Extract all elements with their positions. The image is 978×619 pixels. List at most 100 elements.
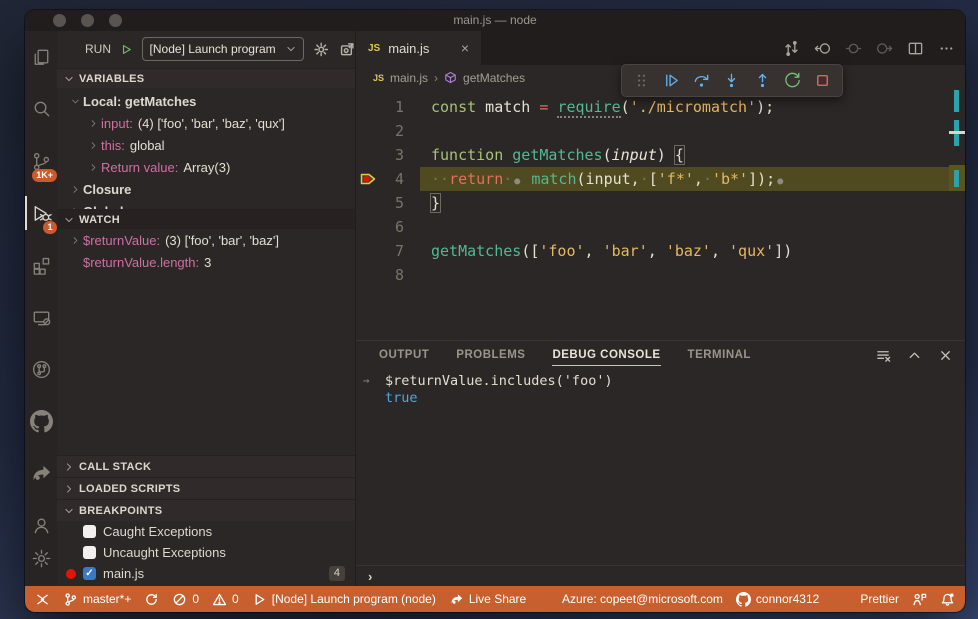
activity-item-extensions[interactable]: [25, 239, 57, 291]
code-line-7[interactable]: 7 getMatches(['foo', 'bar', 'baz', 'qux']…: [356, 239, 965, 263]
activity-item-explorer[interactable]: [25, 31, 57, 83]
more-actions-icon[interactable]: [938, 40, 955, 57]
activity-item-search[interactable]: [25, 83, 57, 135]
breakpoint-row[interactable]: Caught Exceptions: [57, 521, 355, 542]
line-number[interactable]: 3: [356, 143, 420, 167]
launch-config-dropdown[interactable]: [Node] Launch program: [141, 37, 305, 61]
console-entry-arrow: →: [362, 374, 370, 387]
console-entry-text: true: [385, 390, 418, 406]
breakpoint-checkbox[interactable]: [83, 525, 96, 538]
watch-section-header[interactable]: WATCH: [57, 209, 355, 229]
status-item-connor4312[interactable]: connor4312: [735, 591, 819, 607]
status-item-azure[interactable]: Azure: copeet@microsoft.com: [562, 592, 723, 606]
open-debug-console-icon[interactable]: [339, 41, 355, 58]
panel-tab-problems[interactable]: PROBLEMS: [456, 345, 525, 365]
panel-tab-output[interactable]: OUTPUT: [379, 345, 429, 365]
activity-item-run-debug[interactable]: 1: [25, 187, 57, 239]
line-number[interactable]: 5: [356, 191, 420, 215]
activity-badge: 1K+: [32, 169, 57, 182]
code-line-1[interactable]: 1 const match = require('./micromatch');: [356, 95, 965, 119]
tree-row[interactable]: Return value: Array(3): [57, 156, 355, 178]
line-number[interactable]: 7: [356, 239, 420, 263]
editor-column: JS main.js × JS main.js › getMatches 1 co…: [356, 31, 965, 586]
activity-item-source-control[interactable]: 1K+: [25, 135, 57, 187]
line-number[interactable]: 6: [356, 215, 420, 239]
loaded-scripts-section-header[interactable]: LOADED SCRIPTS: [57, 477, 355, 499]
navigate-dim-icon[interactable]: [845, 40, 862, 57]
tree-row[interactable]: Closure: [57, 178, 355, 200]
navigate-forward-icon[interactable]: [876, 40, 893, 57]
status-item-remote[interactable]: [35, 592, 50, 607]
start-debug-icon[interactable]: [120, 43, 133, 56]
split-editor-icon[interactable]: [907, 40, 924, 57]
panel-tab-terminal[interactable]: TERMINAL: [688, 345, 751, 365]
activity-item-remote-explorer[interactable]: [25, 291, 57, 343]
chevron-right-icon: [64, 484, 74, 494]
error-icon: [172, 592, 187, 607]
code-line-5[interactable]: 5}: [356, 191, 965, 215]
line-number[interactable]: 1: [356, 95, 420, 119]
open-changes-icon[interactable]: [783, 40, 800, 57]
activity-item-live-share[interactable]: [25, 447, 57, 499]
code-line-2[interactable]: 2: [356, 119, 965, 143]
activity-item-settings[interactable]: [25, 538, 57, 578]
activity-item-github[interactable]: [25, 395, 57, 447]
line-number[interactable]: 2: [356, 119, 420, 143]
status-item-prettier[interactable]: Prettier: [860, 592, 899, 606]
tree-row[interactable]: Global: [57, 200, 355, 209]
activity-item-pull-requests[interactable]: [25, 343, 57, 395]
configure-gear-icon[interactable]: [313, 41, 329, 58]
title-bar[interactable]: main.js — node: [25, 10, 965, 31]
status-item-[node][interactable]: [Node] Launch program (node): [252, 592, 436, 607]
continue-button[interactable]: [660, 70, 682, 92]
status-item-master*+[interactable]: master*+: [63, 592, 131, 607]
step-over-button[interactable]: [691, 70, 713, 92]
breadcrumb-symbol[interactable]: getMatches: [463, 71, 525, 85]
line-content: function getMatches(input) {: [431, 146, 684, 164]
breakpoint-checkbox[interactable]: ✓: [83, 567, 96, 580]
breakpoint-row[interactable]: Uncaught Exceptions: [57, 542, 355, 563]
call-stack-section-header[interactable]: CALL STACK: [57, 455, 355, 477]
breakpoints-list: Caught Exceptions Uncaught Exceptions ✓ mai…: [57, 521, 355, 584]
maximize-panel-icon[interactable]: [907, 348, 922, 363]
tree-row[interactable]: Local: getMatches: [57, 90, 355, 112]
status-item-0[interactable]: 0: [212, 592, 239, 607]
status-item-live[interactable]: Live Share: [449, 592, 526, 607]
close-tab-icon[interactable]: ×: [461, 41, 469, 55]
clear-console-icon[interactable]: [876, 348, 891, 363]
breakpoint-checkbox[interactable]: [83, 546, 96, 559]
line-number[interactable]: 8: [356, 263, 420, 287]
close-panel-icon[interactable]: [938, 348, 953, 363]
extensions-icon: [30, 254, 53, 277]
debug-console-output: → $returnValue.includes('foo') true: [356, 373, 965, 564]
panel-tab-debug-console[interactable]: DEBUG CONSOLE: [552, 345, 661, 366]
breakpoint-current-line-icon[interactable]: [359, 170, 377, 188]
activity-bar: 1K+ 1: [25, 31, 57, 586]
debug-console-input[interactable]: ›: [356, 565, 965, 586]
code-line-8[interactable]: 8: [356, 263, 965, 287]
tree-row[interactable]: this: global: [57, 134, 355, 156]
step-out-button[interactable]: [751, 70, 773, 92]
code-line-3[interactable]: 3 function getMatches(input) {: [356, 143, 965, 167]
code-editor[interactable]: 1 const match = require('./micromatch'); 2…: [356, 90, 965, 340]
status-item-bell[interactable]: [940, 592, 955, 607]
tab-main-js[interactable]: JS main.js ×: [356, 31, 481, 65]
navigate-back-icon[interactable]: [814, 40, 831, 57]
tree-row[interactable]: $returnValue: (3) ['foo', 'bar', 'baz']: [57, 229, 355, 251]
tree-row[interactable]: $returnValue.length: 3: [57, 251, 355, 273]
line-number[interactable]: 4: [356, 167, 420, 191]
breakpoint-row[interactable]: ✓ main.js 4: [57, 563, 355, 584]
panel-actions: [876, 341, 953, 369]
breakpoints-section-header[interactable]: BREAKPOINTS: [57, 499, 355, 521]
status-item-feedback[interactable]: [912, 592, 927, 607]
status-item-sync[interactable]: [144, 592, 159, 607]
breadcrumb-file[interactable]: main.js: [390, 71, 428, 85]
variables-section-header[interactable]: VARIABLES: [57, 68, 355, 88]
restart-button[interactable]: [782, 70, 804, 92]
code-line-4[interactable]: 4 ··return· ● match(input,·['f*',·'b*']); ●: [356, 167, 965, 191]
code-line-6[interactable]: 6: [356, 215, 965, 239]
status-item-0[interactable]: 0: [172, 592, 199, 607]
tree-row[interactable]: input: (4) ['foo', 'bar', 'baz', 'qux']: [57, 112, 355, 134]
stop-button[interactable]: [812, 70, 834, 92]
step-into-button[interactable]: [721, 70, 743, 92]
